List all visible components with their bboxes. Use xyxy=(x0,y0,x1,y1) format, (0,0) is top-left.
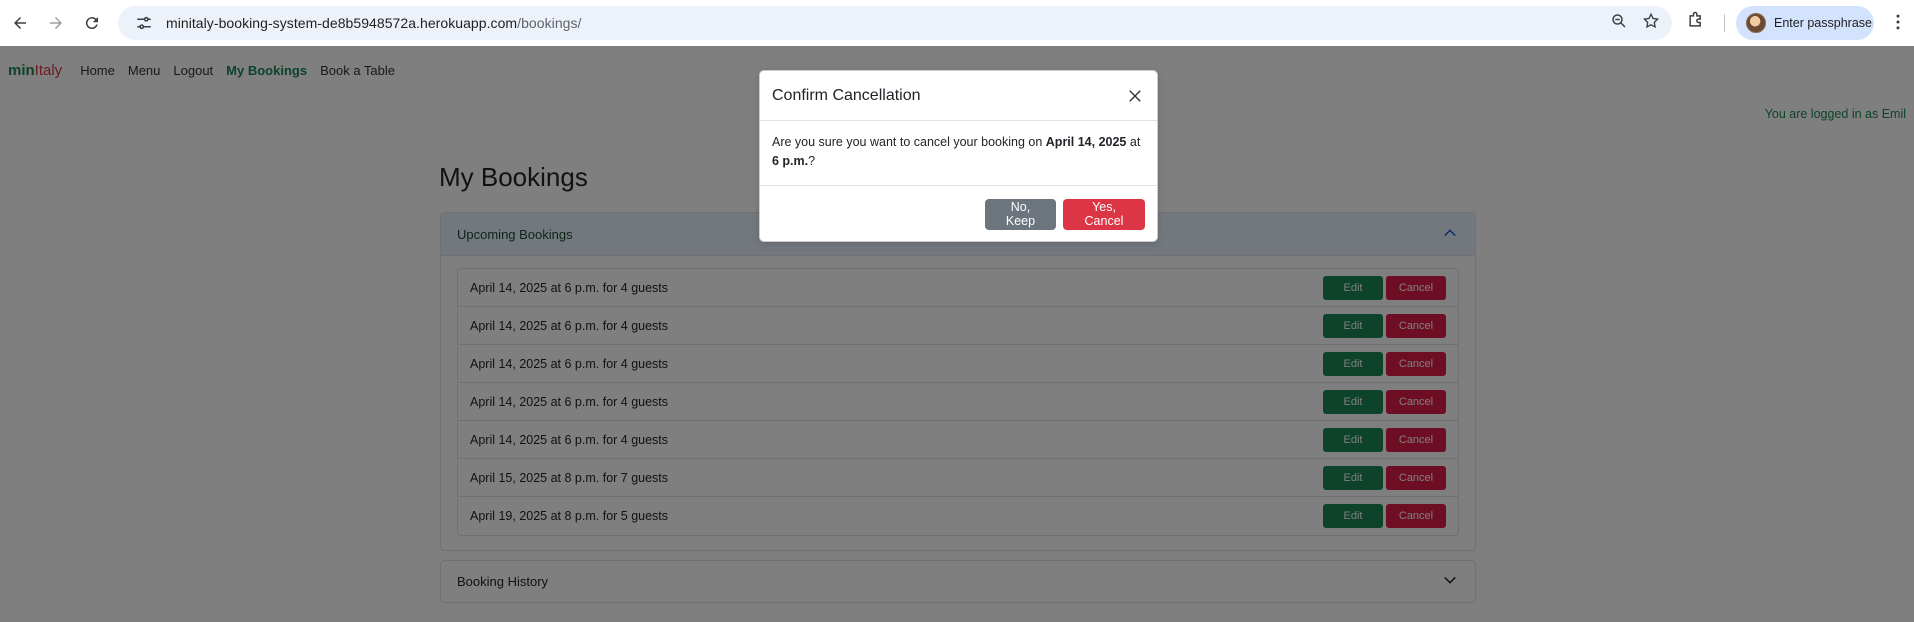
toolbar-separator xyxy=(1724,14,1725,32)
extensions-puzzle-icon[interactable] xyxy=(1686,10,1706,35)
confirm-cancellation-modal: Confirm Cancellation Are you sure you wa… xyxy=(759,70,1158,242)
modal-header: Confirm Cancellation xyxy=(760,71,1157,121)
address-bar[interactable]: minitaly-booking-system-de8b5948572a.her… xyxy=(118,6,1672,40)
reload-button[interactable] xyxy=(74,5,110,41)
back-button[interactable] xyxy=(2,5,38,41)
yes-cancel-button[interactable]: Yes, Cancel xyxy=(1063,198,1145,230)
modal-body-suffix: ? xyxy=(808,154,816,168)
modal-footer: No, Keep Yes, Cancel xyxy=(760,186,1157,242)
close-icon[interactable] xyxy=(1125,86,1145,106)
site-settings-icon[interactable] xyxy=(134,13,154,33)
profile-label: Enter passphrase xyxy=(1774,16,1872,30)
modal-body-time: 6 p.m. xyxy=(772,154,809,168)
url-path: /bookings/ xyxy=(517,15,582,31)
url-text: minitaly-booking-system-de8b5948572a.her… xyxy=(166,15,581,31)
back-arrow-icon xyxy=(14,17,26,29)
avatar xyxy=(1746,13,1766,33)
modal-title: Confirm Cancellation xyxy=(772,86,921,104)
more-menu-icon[interactable] xyxy=(1888,12,1908,37)
reload-icon xyxy=(85,17,98,30)
bookmark-star-icon[interactable] xyxy=(1642,12,1660,35)
modal-body-date: April 14, 2025 xyxy=(1045,135,1127,149)
modal-body: Are you sure you want to cancel your boo… xyxy=(760,121,1157,186)
browser-toolbar: minitaly-booking-system-de8b5948572a.her… xyxy=(0,0,1914,46)
profile-button[interactable]: Enter passphrase xyxy=(1736,6,1874,40)
zoom-icon[interactable] xyxy=(1610,12,1628,35)
forward-arrow-icon xyxy=(50,17,62,29)
modal-body-prefix: Are you sure you want to cancel your boo… xyxy=(772,135,1046,149)
forward-button[interactable] xyxy=(38,5,74,41)
url-host: minitaly-booking-system-de8b5948572a.her… xyxy=(166,15,518,31)
no-keep-button[interactable]: No, Keep xyxy=(985,198,1056,230)
modal-body-mid: at xyxy=(1126,135,1141,149)
